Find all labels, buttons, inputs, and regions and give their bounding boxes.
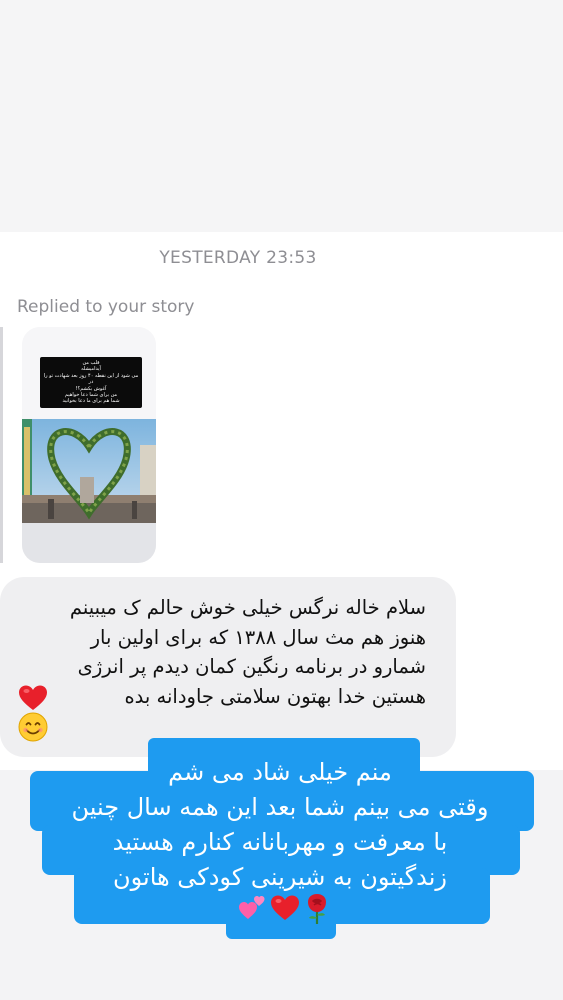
message-line: هنوز هم مث سال ۱۳۸۸ که برای اولین بار <box>90 625 426 649</box>
replied-to-story-label: Replied to your story <box>17 297 195 317</box>
red-heart-icon <box>19 685 47 710</box>
message-text: سلام خاله نرگس خیلی خوش حالم ک میبینم هن… <box>6 593 426 711</box>
sticker-line: زندگیتون به شیرینی کودکی هاتون <box>113 863 447 891</box>
story-caption: قلب من آیدامیشله می شود از این نقطه ۴۰ ر… <box>40 357 142 408</box>
message-line: هستین خدا بهتون سلامتی جاودانه بده <box>124 684 426 708</box>
sticker-line: با معرفت و مهربانانه کنارم هستید <box>112 828 448 856</box>
sticker-line: منم خیلی شاد می شم <box>168 758 392 786</box>
message-line: شمارو در برنامه رنگین کمان دیدم پر انرژی <box>77 655 426 678</box>
rose-icon <box>308 894 326 924</box>
message-timestamp: YESTERDAY 23:53 <box>159 248 317 268</box>
message-line: سلام خاله نرگس خیلی خوش حالم ک میبینم <box>69 596 426 619</box>
smiling-face-icon <box>18 712 48 742</box>
top-blank-area <box>0 0 563 232</box>
message-bubble[interactable]: سلام خاله نرگس خیلی خوش حالم ک میبینم هن… <box>0 577 456 757</box>
story-caption-line: می شود از این نقطه ۴۰ روز بعد شهادت تو ر… <box>43 372 139 386</box>
red-heart-icon <box>271 895 299 920</box>
text-sticker: منم خیلی شاد می شم وقتی می بینم شما بعد … <box>30 755 530 895</box>
story-caption-line: شما هم برای ما دعا بخوانید <box>62 398 120 405</box>
two-hearts-icon <box>239 896 265 919</box>
story-thumbnail[interactable]: قلب من آیدامیشله می شود از این نقطه ۴۰ ر… <box>22 327 156 563</box>
reply-indicator-line <box>0 327 3 563</box>
sticker-line: وقتی می بینم شما بعد این همه سال چنین <box>71 793 489 821</box>
